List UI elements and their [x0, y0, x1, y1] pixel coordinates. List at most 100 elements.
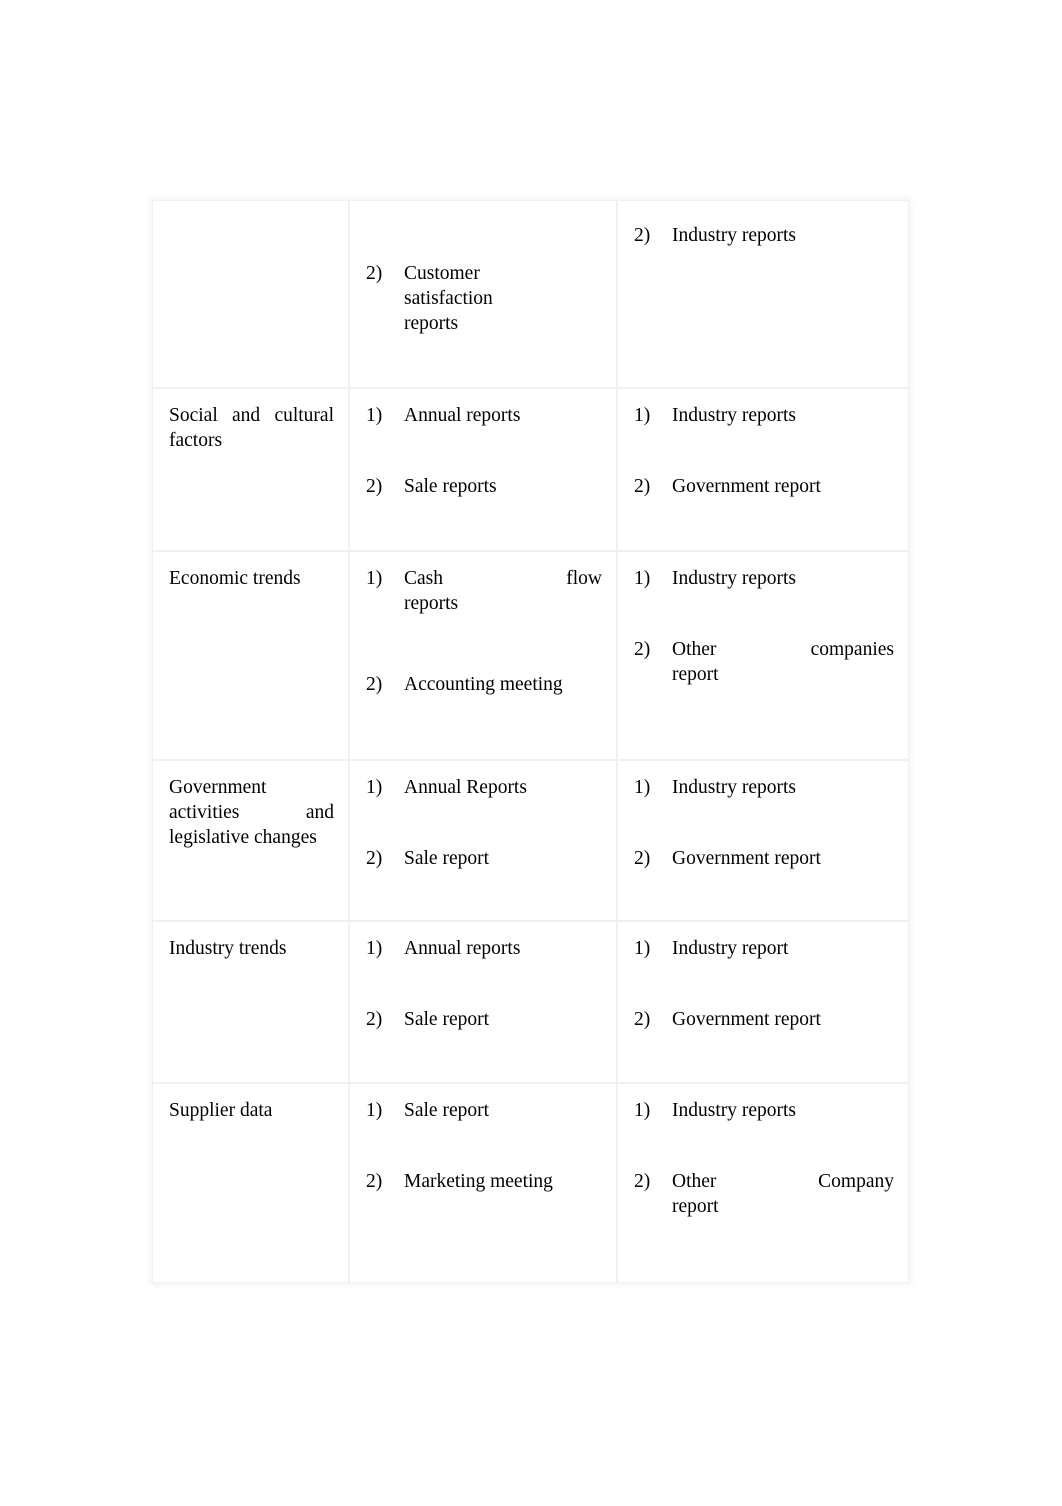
list-item-text: Annual reports [404, 938, 521, 959]
list-item-text: Annual Reports [404, 777, 527, 798]
list-marker: 1) [634, 1100, 651, 1121]
factor-label: Supplier data [169, 1100, 273, 1121]
list-marker: 2) [634, 639, 651, 660]
cell-internal-sources: 1) Sale report 2) Marketing meeting [349, 1083, 617, 1283]
list-item-text: Government report [672, 1009, 821, 1030]
line: reports [404, 593, 459, 614]
list-marker: 1) [634, 938, 651, 959]
cell-internal-sources: 1) Annual reports 2) Sale reports [349, 388, 617, 551]
list-item: 1) Industry reports [634, 775, 894, 800]
list-item-text: Sale reports [404, 476, 497, 497]
list-item: 2) Accounting meeting [366, 672, 602, 697]
cell-external-sources: 1) Industry reports 2) Government report [617, 760, 909, 921]
list-item-text: Industry reports [672, 1100, 797, 1121]
list-item-text: Cash flow reports [404, 566, 602, 616]
factor-label: Industry trends [169, 938, 287, 959]
list-item-text: Industry reports [672, 225, 797, 246]
list-item-text: Annual reports [404, 405, 521, 426]
cell-factor: Supplier data [152, 1083, 349, 1283]
table-row: Economic trends 1) Cash flow reports 2) … [152, 551, 909, 760]
line: Customer [404, 263, 480, 284]
internal-source-list: 1) Annual reports 2) Sale report [366, 936, 602, 1032]
line: Other Company [672, 1171, 894, 1192]
external-source-list: 1) Industry report 2) Government report [634, 936, 894, 1032]
list-item: 2) Industry reports [634, 223, 894, 248]
list-marker: 2) [366, 1009, 383, 1030]
list-item: 1) Industry reports [634, 403, 894, 428]
list-item: 1) Annual reports [366, 403, 602, 428]
line: Marketing [404, 1171, 486, 1192]
list-marker: 2) [366, 848, 383, 869]
list-item-text: Sale report [404, 1009, 490, 1030]
external-source-list: 2) Industry reports [634, 223, 894, 248]
list-item: 1) Annual reports [366, 936, 602, 961]
line: Other companies [672, 639, 894, 660]
list-item-text: Government report [672, 848, 821, 869]
cell-internal-sources: 1) Annual Reports 2) Sale report [349, 760, 617, 921]
line: Cash flow [404, 568, 602, 589]
cell-factor: Social and cultural factors [152, 388, 349, 551]
list-item-text: Other Company report [672, 1169, 894, 1219]
line: reports [404, 313, 459, 334]
factor-label: Government activities and legislative ch… [169, 775, 334, 850]
line: legislative changes [169, 827, 317, 848]
list-marker: 1) [366, 1100, 383, 1121]
line: report [672, 664, 719, 685]
list-marker: 2) [634, 848, 651, 869]
list-item: 2) Government report [634, 474, 894, 499]
line: activities and [169, 802, 334, 823]
line: report [672, 1196, 719, 1217]
list-item-text: Accounting meeting [404, 672, 602, 697]
cell-factor [152, 200, 349, 388]
document-page: 2) Customer satisfaction reports 2) Indu… [0, 0, 1062, 1506]
list-marker: 2) [366, 476, 383, 497]
cell-external-sources: 1) Industry reports 2) Other companies r… [617, 551, 909, 760]
table-row: Government activities and legislative ch… [152, 760, 909, 921]
cell-factor: Government activities and legislative ch… [152, 760, 349, 921]
list-item: 2) Other Company report [634, 1169, 894, 1219]
external-source-list: 1) Industry reports 2) Other companies r… [634, 566, 894, 687]
list-item: 2) Customer satisfaction reports [366, 261, 602, 336]
cell-internal-sources: 1) Cash flow reports 2) Accounting meeti… [349, 551, 617, 760]
internal-source-list: 2) Customer satisfaction reports [366, 261, 602, 336]
list-item: 2) Sale report [366, 846, 602, 871]
list-item: 2) Marketing meeting [366, 1169, 602, 1194]
list-marker: 2) [634, 476, 651, 497]
list-item: 1) Sale report [366, 1098, 602, 1123]
line: meeting [490, 1171, 553, 1192]
data-source-table: 2) Customer satisfaction reports 2) Indu… [152, 200, 909, 1283]
internal-source-list: 1) Sale report 2) Marketing meeting [366, 1098, 602, 1194]
list-item-text: Industry reports [672, 405, 797, 426]
table-row: Social and cultural factors 1) Annual re… [152, 388, 909, 551]
external-source-list: 1) Industry reports 2) Government report [634, 775, 894, 871]
cell-internal-sources: 1) Annual reports 2) Sale report [349, 921, 617, 1083]
list-item: 1) Industry reports [634, 566, 894, 591]
list-item: 2) Government report [634, 1007, 894, 1032]
internal-source-list: 1) Cash flow reports 2) Accounting meeti… [366, 566, 602, 697]
factor-label: Economic trends [169, 568, 301, 589]
list-item-text: Government report [672, 476, 821, 497]
list-marker: 2) [634, 225, 651, 246]
line: factors [169, 430, 223, 451]
list-item: 2) Sale reports [366, 474, 602, 499]
list-item: 1) Industry report [634, 936, 894, 961]
list-marker: 1) [634, 568, 651, 589]
list-item-text: Sale report [404, 848, 490, 869]
list-marker: 2) [366, 263, 383, 284]
list-marker: 2) [634, 1171, 651, 1192]
factor-label: Social and cultural factors [169, 403, 334, 453]
list-marker: 1) [634, 777, 651, 798]
table-row: 2) Customer satisfaction reports 2) Indu… [152, 200, 909, 388]
list-item-text: Sale report [404, 1100, 490, 1121]
list-marker: 1) [634, 405, 651, 426]
list-marker: 2) [366, 674, 383, 695]
internal-source-list: 1) Annual Reports 2) Sale report [366, 775, 602, 871]
list-item-text: Industry reports [672, 777, 797, 798]
cell-external-sources: 1) Industry report 2) Government report [617, 921, 909, 1083]
list-item-text: Marketing meeting [404, 1169, 602, 1194]
list-item: 1) Annual Reports [366, 775, 602, 800]
external-source-list: 1) Industry reports 2) Other Company rep… [634, 1098, 894, 1219]
list-item: 2) Sale report [366, 1007, 602, 1032]
list-marker: 2) [366, 1171, 383, 1192]
line: Government [169, 777, 267, 798]
